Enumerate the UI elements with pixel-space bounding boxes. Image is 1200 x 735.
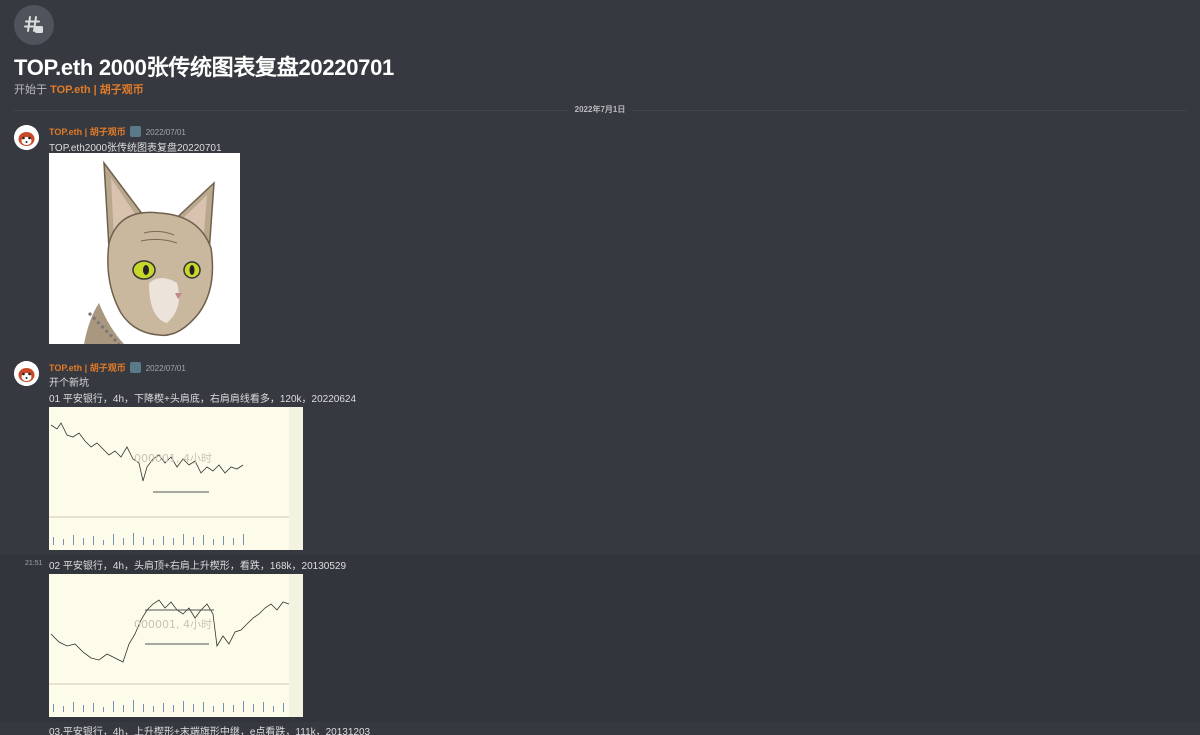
role-badge-icon bbox=[130, 126, 142, 137]
thread-icon bbox=[14, 5, 54, 45]
role-badge-icon bbox=[130, 362, 142, 373]
side-timestamp: 21:51 bbox=[25, 560, 43, 567]
candlestick-chart: 000001, 4小时 bbox=[49, 574, 303, 717]
started-by-prefix: 开始于 bbox=[14, 84, 47, 96]
author-name[interactable]: TOP.eth | 胡子观币 bbox=[49, 127, 126, 137]
message-text: 01 平安银行，4h，下降楔+头肩底，右肩肩线看多，120k，20220624 bbox=[49, 394, 357, 405]
message-text: 03.平安银行，4h，上升楔形+末端旗形中继，e点看跌，111k，2013120… bbox=[49, 727, 371, 735]
avatar[interactable] bbox=[14, 125, 39, 150]
thread-view: TOP.eth 2000张传统图表复盘20220701 开始于 TOP.eth … bbox=[0, 0, 1200, 735]
chart-attachment[interactable]: 000001, 4小时 bbox=[49, 407, 303, 550]
message-timestamp: 2022/07/01 bbox=[145, 364, 186, 373]
author-name[interactable]: TOP.eth | 胡子观币 bbox=[49, 363, 126, 373]
red-panda-avatar-icon bbox=[14, 125, 39, 150]
image-attachment[interactable] bbox=[49, 153, 240, 344]
started-by-author-link[interactable]: TOP.eth | 胡子观币 bbox=[50, 84, 144, 96]
message-timestamp: 2022/07/01 bbox=[145, 128, 186, 137]
date-divider: 2022年7月1日 bbox=[14, 104, 1186, 115]
message-header: TOP.eth | 胡子观币 2022/07/01 bbox=[49, 361, 186, 374]
started-by: 开始于 TOP.eth | 胡子观币 bbox=[14, 81, 144, 97]
red-panda-avatar-icon bbox=[14, 361, 39, 386]
avatar[interactable] bbox=[14, 361, 39, 386]
candlestick-chart: 000001, 4小时 bbox=[49, 407, 303, 550]
sphynx-cat-illustration bbox=[49, 153, 240, 344]
message-header: TOP.eth | 胡子观币 2022/07/01 bbox=[49, 125, 186, 138]
message-text: 02 平安银行，4h，头肩顶+右肩上升楔形，看跌，168k，20130529 bbox=[49, 561, 347, 572]
message-text: 开个新坑 bbox=[49, 378, 89, 389]
date-divider-label: 2022年7月1日 bbox=[568, 104, 632, 115]
chart-watermark: 000001, 4小时 bbox=[134, 618, 212, 631]
thread-title: TOP.eth 2000张传统图表复盘20220701 bbox=[14, 55, 394, 80]
chart-attachment[interactable]: 000001, 4小时 bbox=[49, 574, 303, 717]
message-text: TOP.eth2000张传统图表复盘20220701 bbox=[49, 143, 222, 154]
hash-thread-icon bbox=[24, 16, 43, 33]
chart-watermark: 000001, 4小时 bbox=[134, 452, 212, 465]
